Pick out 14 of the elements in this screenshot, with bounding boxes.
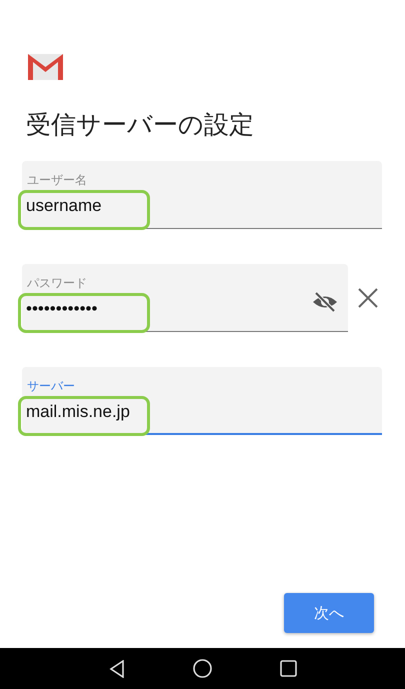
recents-icon[interactable] <box>280 660 296 677</box>
home-icon[interactable] <box>192 659 212 678</box>
field-label: パスワード <box>27 276 87 290</box>
field-value: •••••••••••• <box>26 299 98 318</box>
back-icon[interactable] <box>108 660 124 678</box>
hidden-eye-icon[interactable] <box>312 291 338 313</box>
page-title: 受信サーバーの設定 <box>26 109 255 141</box>
field-label: サーバー <box>27 379 75 393</box>
field-value: username <box>26 196 102 215</box>
envelope-logo-icon <box>28 54 63 80</box>
field-value: mail.mis.ne.jp <box>26 402 130 421</box>
close-icon[interactable] <box>356 286 380 310</box>
next-button[interactable]: 次へ <box>284 593 374 633</box>
field-label: ユーザー名 <box>27 173 87 187</box>
